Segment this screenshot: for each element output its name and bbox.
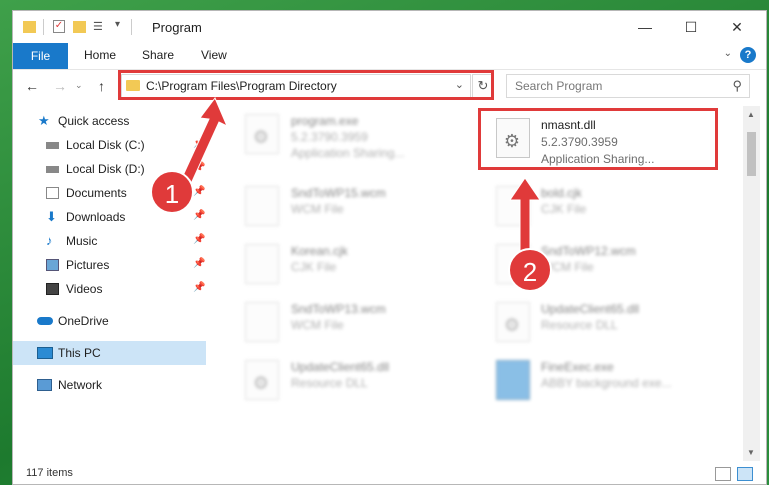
step-2-badge: 2 xyxy=(508,248,552,292)
arrow-1-icon xyxy=(179,97,228,187)
annotation-arrows xyxy=(179,97,541,263)
step-1-badge: 1 xyxy=(150,170,194,214)
